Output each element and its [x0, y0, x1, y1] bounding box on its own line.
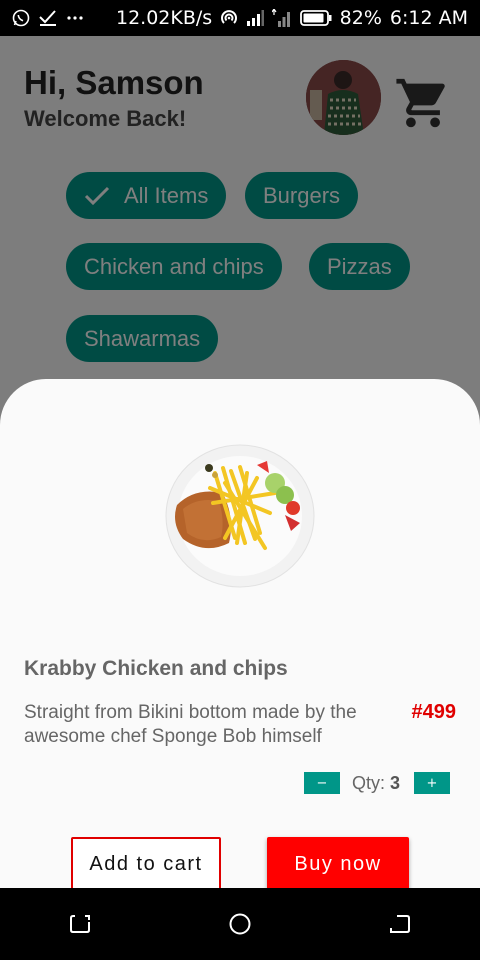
more-icon — [66, 15, 84, 21]
quantity-stepper: − Qty: 3 + — [303, 772, 450, 794]
item-title: Krabby Chicken and chips — [24, 657, 288, 680]
battery-icon — [299, 10, 332, 26]
battery-percent: 82% — [339, 7, 382, 29]
increase-qty-button[interactable]: + — [414, 772, 450, 794]
network-speed: 12.02KB/s — [116, 7, 213, 29]
add-to-cart-button[interactable]: Add to cart — [71, 837, 221, 888]
navigation-bar — [0, 888, 480, 960]
home-screen: Hi, Samson Welcome Back! All Items Burge… — [0, 36, 480, 888]
whatsapp-icon — [12, 9, 30, 27]
decrease-qty-button[interactable]: − — [303, 772, 340, 794]
hotspot-icon — [220, 9, 238, 27]
home-button[interactable] — [216, 900, 264, 948]
back-button[interactable] — [376, 900, 424, 948]
data-signal-icon — [272, 9, 292, 27]
qty-label: Qty: — [351, 772, 385, 793]
clock: 6:12 AM — [389, 7, 468, 29]
qty-display: Qty: 3 — [352, 773, 400, 794]
status-bar: 12.02KB/s 82% 6:12 AM — [0, 0, 480, 36]
signal-icon — [246, 10, 265, 26]
item-description: Straight from Bikini bottom made by the … — [24, 702, 357, 747]
qty-value: 3 — [389, 772, 400, 793]
check-icon — [38, 9, 58, 27]
item-bottom-sheet: Krabby Chicken and chips Straight from B… — [0, 379, 480, 888]
item-price: #499 — [411, 701, 457, 723]
food-image — [165, 443, 315, 588]
buy-now-button[interactable]: Buy now — [267, 837, 409, 888]
recent-apps-button[interactable] — [56, 900, 104, 948]
